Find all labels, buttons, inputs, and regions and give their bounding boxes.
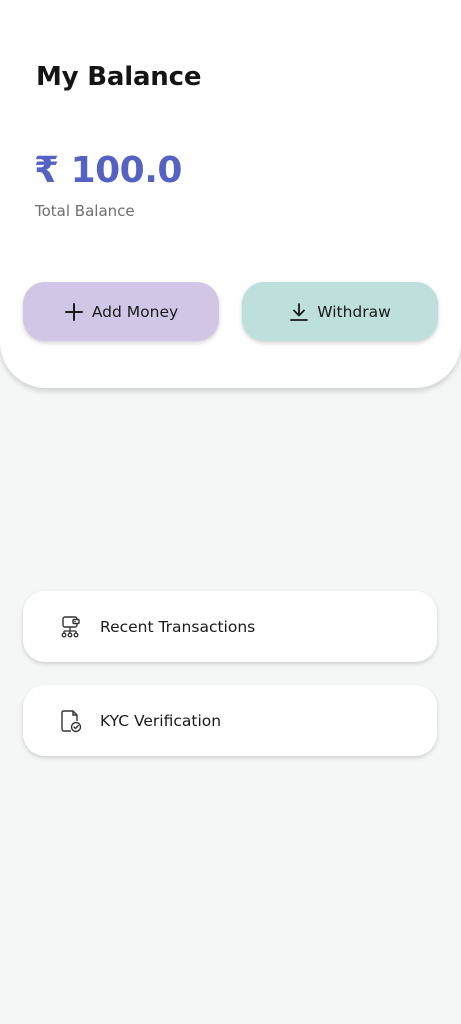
plus-icon: [64, 302, 84, 322]
menu-item-label: Recent Transactions: [100, 617, 256, 636]
balance-amount: ₹ 100.0: [34, 150, 182, 191]
menu-item-recent-transactions[interactable]: Recent Transactions: [23, 591, 437, 662]
download-icon: [289, 302, 309, 322]
balance-card: My Balance ₹ 100.0 Total Balance Add Mon…: [0, 0, 461, 388]
menu-item-kyc-verification[interactable]: KYC Verification: [23, 685, 437, 756]
transactions-icon: [58, 614, 84, 640]
withdraw-button[interactable]: Withdraw: [242, 282, 438, 341]
menu-item-label: KYC Verification: [100, 711, 222, 730]
add-money-button[interactable]: Add Money: [23, 282, 219, 341]
kyc-document-check-icon: [58, 708, 84, 734]
add-money-label: Add Money: [91, 302, 179, 321]
page-title: My Balance: [36, 62, 202, 92]
balance-label: Total Balance: [35, 202, 135, 220]
withdraw-label: Withdraw: [317, 302, 391, 321]
